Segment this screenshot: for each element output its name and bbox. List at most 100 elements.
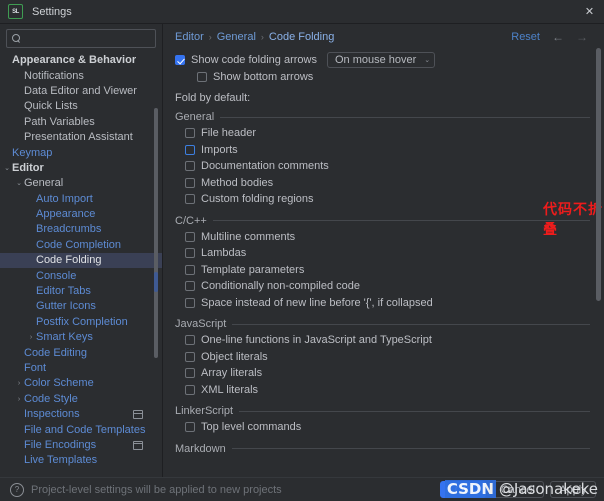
checkbox-file-header[interactable] [185, 128, 195, 139]
sidebar-item-code-folding[interactable]: Code Folding [0, 253, 162, 269]
checkbox-imports[interactable] [185, 144, 195, 155]
back-arrow-icon[interactable]: ← [552, 31, 564, 43]
checkbox-xml-literals[interactable] [185, 384, 195, 395]
breadcrumb-separator: › [208, 32, 212, 42]
project-level-icon [133, 440, 143, 450]
checkbox-label: Object literals [201, 350, 268, 363]
sidebar-item-label: Presentation Assistant [24, 131, 133, 144]
show-code-folding-arrows-checkbox[interactable] [175, 55, 185, 66]
checkbox-label: Space instead of new line before '{', if… [201, 296, 433, 309]
settings-tree[interactable]: Appearance & Behavior Notifications Data E… [0, 52, 162, 477]
sidebar-item-code-editing[interactable]: Code Editing [0, 345, 162, 360]
sidebar-item-label: Code Folding [36, 254, 102, 267]
sidebar-scrollbar-thumb[interactable] [154, 108, 158, 358]
sidebar-item-general[interactable]: ⌄ General [0, 176, 162, 191]
search-box[interactable] [6, 29, 168, 48]
breadcrumb-item-2[interactable]: Code Folding [269, 31, 334, 43]
sidebar-item-quick-lists[interactable]: Quick Lists [0, 99, 162, 114]
sidebar-item-label: Color Scheme [24, 377, 94, 390]
ok-button[interactable]: OK [439, 481, 486, 498]
show-bottom-arrows-label: Show bottom arrows [213, 70, 314, 83]
sidebar-item-live-templates[interactable]: Live Templates [0, 453, 162, 468]
sidebar-item-appearance[interactable]: Appearance [0, 207, 162, 222]
checkbox-one-line-functions-in-javascript-and-typescript[interactable] [185, 335, 195, 346]
sidebar-item-console[interactable]: Console [0, 268, 162, 283]
breadcrumb-item-0[interactable]: Editor [175, 31, 204, 43]
checkbox-template-parameters[interactable] [185, 264, 195, 275]
apply-button[interactable]: Apply [550, 481, 596, 498]
dialog-footer: ? Project-level settings will be applied… [0, 477, 604, 501]
sidebar-item-color-scheme[interactable]: › Color Scheme [0, 376, 162, 391]
sidebar-item-file-encodings[interactable]: File Encodings [0, 438, 162, 453]
fold-group-markdown: Markdown [175, 443, 590, 457]
window-title: Settings [32, 5, 72, 18]
sidebar-item-postfix-completion[interactable]: Postfix Completion [0, 315, 162, 330]
sidebar-item-editor[interactable]: ⌄ Editor [0, 161, 162, 176]
checkbox-multiline-comments[interactable] [185, 231, 195, 242]
group-divider [212, 220, 590, 221]
breadcrumb-item-1[interactable]: General [217, 31, 256, 43]
settings-window: SL Settings ✕ Appearance & Behavior Notif… [0, 0, 604, 501]
checkbox-space-instead-of-new-line-before-if-collapsed[interactable] [185, 297, 195, 308]
sidebar-item-inspections[interactable]: Inspections [0, 407, 162, 422]
forward-arrow-icon[interactable]: → [576, 31, 588, 43]
project-level-icon [133, 410, 143, 420]
checkbox-label: One-line functions in JavaScript and Typ… [201, 334, 432, 347]
chevron-right-icon[interactable]: › [14, 396, 24, 403]
sidebar-item-keymap[interactable]: Keymap [0, 145, 162, 160]
sidebar-item-label: Auto Import [36, 192, 93, 205]
checkbox-label: Conditionally non-compiled code [201, 280, 360, 293]
sidebar-item-appearance-behavior[interactable]: Appearance & Behavior [0, 53, 162, 68]
code-folding-settings: Show code folding arrows On mouse hover … [163, 50, 604, 477]
sidebar-item-breadcrumbs[interactable]: Breadcrumbs [0, 222, 162, 237]
sidebar-item-label: Notifications [24, 69, 84, 82]
sidebar-item-smart-keys[interactable]: › Smart Keys [0, 330, 162, 345]
checkbox-label: Top level commands [201, 421, 302, 434]
folding-arrows-mode-select[interactable]: On mouse hover ⌄ [326, 52, 436, 69]
sidebar-item-notifications[interactable]: Notifications [0, 68, 162, 83]
sidebar-item-auto-import[interactable]: Auto Import [0, 192, 162, 207]
sidebar-item-code-completion[interactable]: Code Completion [0, 238, 162, 253]
cancel-button[interactable]: Cancel [491, 481, 544, 498]
group-title: General [175, 111, 215, 123]
fold-by-default-label: Fold by default: [175, 92, 251, 104]
group-header: Markdown [175, 443, 590, 455]
sidebar-item-label: Postfix Completion [36, 315, 128, 328]
sidebar-item-presentation-assistant[interactable]: Presentation Assistant [0, 130, 162, 145]
sidebar-item-gutter-icons[interactable]: Gutter Icons [0, 299, 162, 314]
checkbox-lambdas[interactable] [185, 248, 195, 259]
chevron-down-icon[interactable]: ⌄ [2, 165, 12, 172]
close-icon[interactable]: ✕ [575, 0, 604, 23]
sidebar-item-code-style[interactable]: › Code Style [0, 392, 162, 407]
checkbox-method-bodies[interactable] [185, 177, 195, 188]
show-bottom-arrows-checkbox[interactable] [197, 71, 207, 82]
checkbox-conditionally-non-compiled-code[interactable] [185, 281, 195, 292]
sidebar-item-data-editor-and-viewer[interactable]: Data Editor and Viewer [0, 84, 162, 99]
sidebar-item-path-variables[interactable]: Path Variables [0, 115, 162, 130]
settings-main-panel: Editor › General › Code Folding Reset ← … [162, 24, 604, 477]
chevron-right-icon[interactable]: › [14, 380, 24, 387]
footer-buttons: OK Cancel Apply [439, 481, 596, 498]
footer-note: Project-level settings will be applied t… [31, 483, 282, 496]
sidebar-item-label: Code Editing [24, 346, 87, 359]
help-icon[interactable]: ? [10, 482, 24, 497]
checkbox-documentation-comments[interactable] [185, 161, 195, 172]
settings-sidebar: Appearance & Behavior Notifications Data E… [0, 24, 168, 477]
checkbox-label: Multiline comments [201, 230, 296, 243]
chevron-right-icon[interactable]: › [26, 334, 36, 341]
main-scrollbar-thumb[interactable] [596, 48, 601, 301]
checkbox-top-level-commands[interactable] [185, 422, 195, 433]
sidebar-item-label: Console [36, 269, 77, 282]
group-header: JavaScript [175, 318, 590, 330]
sidebar-item-editor-tabs[interactable]: Editor Tabs [0, 284, 162, 299]
checkbox-object-literals[interactable] [185, 351, 195, 362]
sidebar-item-font[interactable]: Font [0, 361, 162, 376]
checkbox-row: Imports [185, 142, 590, 159]
chevron-down-icon[interactable]: ⌄ [14, 180, 24, 187]
sidebar-item-file-and-code-templates[interactable]: File and Code Templates [0, 422, 162, 437]
checkbox-row: Array literals [185, 365, 590, 382]
checkbox-custom-folding-regions[interactable] [185, 194, 195, 205]
reset-link[interactable]: Reset [511, 31, 540, 43]
search-input[interactable] [21, 31, 168, 46]
checkbox-array-literals[interactable] [185, 368, 195, 379]
